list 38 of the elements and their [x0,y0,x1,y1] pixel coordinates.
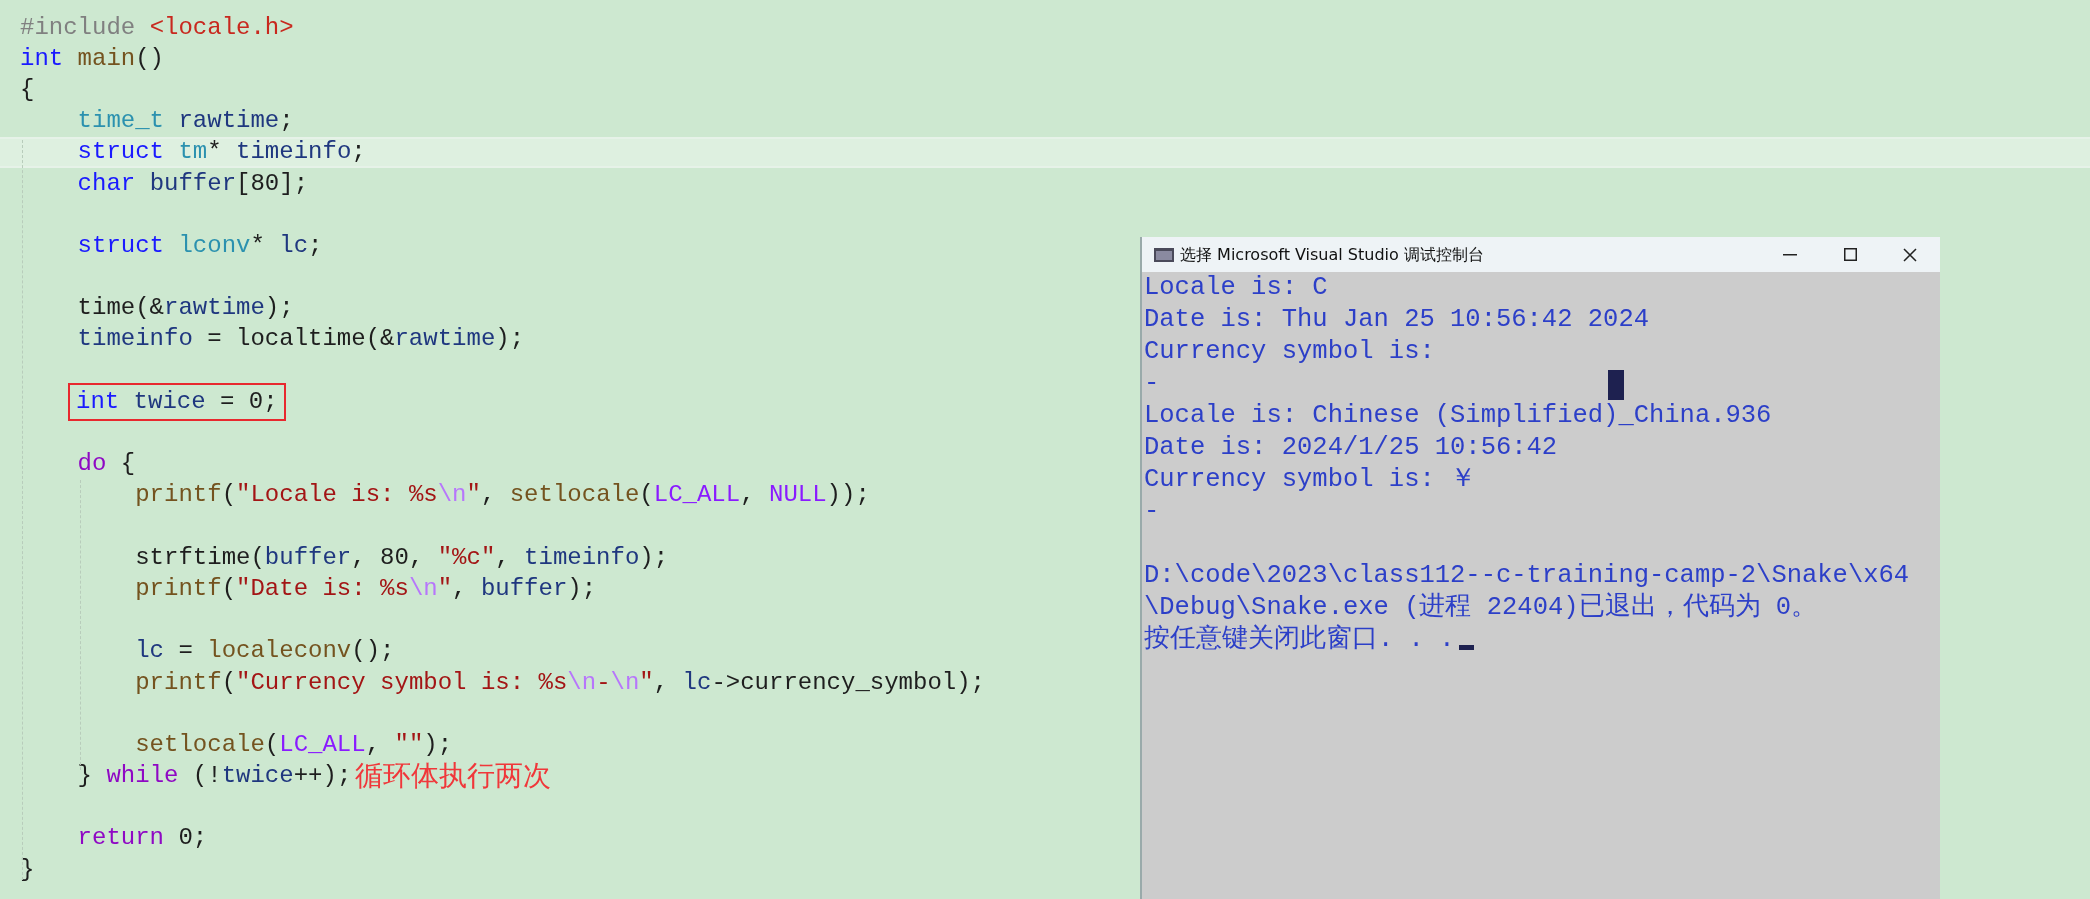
code-line: } while (!twice++); [76,761,352,792]
maximize-icon [1843,248,1857,261]
code-line: strftime(buffer, 80, "%c", timeinfo); [134,542,669,573]
console-output-line: Locale is: C [1144,272,1328,304]
code-line: timeinfo = localtime(&rawtime); [76,324,525,355]
console-output-line: - [1144,368,1160,400]
console-output-line: 按任意键关闭此窗口. . . [1144,624,1455,656]
code-line: char buffer[80]; [76,168,309,199]
code-line: printf("Locale is: %s\n", setlocale(LC_ALL, NULL)); [134,480,870,511]
annotation-text: 循环体执行两次 [355,758,552,795]
code-line: lc = localeconv(); [134,636,395,667]
console-output-line: Currency symbol is: [1144,336,1435,368]
cursor-icon [1458,644,1474,650]
code-line: setlocale(LC_ALL, ""); [134,729,453,760]
code-line: struct tm* timeinfo; [76,137,366,168]
console-output-line: Date is: 2024/1/25 10:56:42 [1144,432,1558,464]
console-output-line: Currency symbol is: ￥ [1144,464,1477,496]
code-line: printf("Date is: %s\n", buffer); [134,573,597,604]
minimize-icon [1783,253,1797,256]
code-line: { [20,74,35,105]
code-line: time_t rawtime; [76,106,294,137]
code-line: } [20,854,35,885]
code-line: int main() [20,43,165,74]
console-app-icon [1154,247,1174,262]
console-output-line: Locale is: Chinese (Simplified)_China.936 [1144,400,1772,432]
code-line: printf("Currency symbol is: %s\n-\n", lc->currency_symbol); [134,667,986,698]
console-output-line: - [1144,496,1160,528]
code-line: do { [76,449,136,480]
console-output-line: Date is: Thu Jan 25 10:56:42 2024 [1144,304,1649,336]
window-title: 选择 Microsoft Visual Studio 调试控制台 [1180,243,1484,266]
console-output-line: D:\code\2023\class112--c-training-camp-2\Snake\x64 [1144,560,1910,592]
code-line: return 0; [76,823,208,854]
cursor-icon [1608,370,1624,400]
code-line: struct lconv* lc; [76,230,323,261]
close-icon [1903,247,1917,262]
code-line: #include <locale.h> [20,12,294,43]
code-line: time(&rawtime); [76,293,294,324]
console-output-line: \Debug\Snake.exe (进程 22404)已退出，代码为 0。 [1144,592,1818,624]
